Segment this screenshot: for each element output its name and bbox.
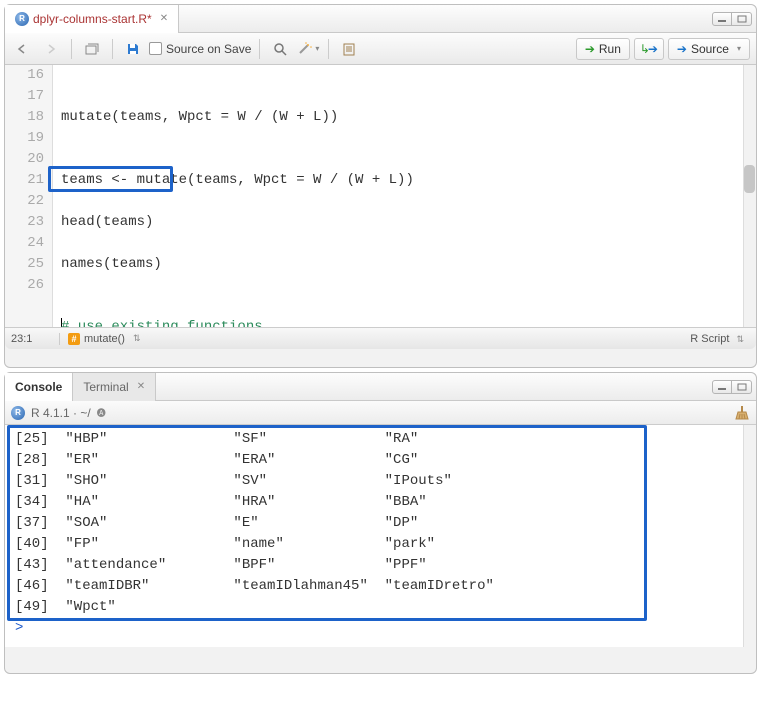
pane-window-controls <box>712 12 756 26</box>
source-on-save-label: Source on Save <box>166 42 251 56</box>
console-sub-bar: R 4.1.1 · ~/ 🅐 <box>5 401 756 425</box>
maximize-pane-button[interactable] <box>732 380 752 394</box>
code-line: # use existing functions <box>61 317 756 327</box>
close-terminal-icon[interactable]: ✕ <box>137 381 145 392</box>
forward-button[interactable] <box>39 38 63 60</box>
console-tab-bar: Console Terminal ✕ <box>5 373 756 401</box>
code-tools-button[interactable]: ▾ <box>296 38 320 60</box>
divider <box>112 39 113 59</box>
find-button[interactable] <box>268 38 292 60</box>
source-tab-label: dplyr-columns-start.R* <box>33 12 152 26</box>
script-type-selector[interactable]: R Script ⇅ <box>684 333 750 345</box>
code-editor[interactable]: 16 17 18 19 20 21 22 23 24 25 ▾26 mutate… <box>5 65 756 327</box>
code-line: head(teams) <box>61 212 756 233</box>
editor-scrollbar[interactable] <box>743 65 756 327</box>
divider <box>328 39 329 59</box>
minimize-pane-button[interactable] <box>712 12 732 26</box>
r-logo-icon <box>11 406 25 420</box>
code-line: mutate(teams, Wpct = W / (W + L)) <box>61 107 756 128</box>
code-content[interactable]: mutate(teams, Wpct = W / (W + L)) teams … <box>53 65 756 327</box>
r-file-icon <box>15 12 29 26</box>
console-scrollbar[interactable] <box>743 425 756 647</box>
line-gutter: 16 17 18 19 20 21 22 23 24 25 ▾26 <box>5 65 53 327</box>
minimize-pane-button[interactable] <box>712 380 732 394</box>
source-button[interactable]: ➔ Source ▾ <box>668 38 750 60</box>
back-button[interactable] <box>11 38 35 60</box>
pane-window-controls <box>712 380 756 394</box>
source-toolbar: Source on Save ▾ ➔ Run ↳➔ ➔ Source ▾ <box>5 33 756 65</box>
code-line: teams <- mutate(teams, Wpct = W / (W + L… <box>61 170 756 191</box>
run-label: Run <box>599 42 621 56</box>
source-tab-bar: dplyr-columns-start.R* ✕ <box>5 5 756 33</box>
tab-terminal[interactable]: Terminal ✕ <box>73 373 156 401</box>
source-file-tab[interactable]: dplyr-columns-start.R* ✕ <box>5 5 179 33</box>
function-indicator[interactable]: # mutate() ⇅ <box>59 333 684 345</box>
function-name: mutate() <box>84 333 125 345</box>
source-label: Source <box>691 42 729 56</box>
updown-icon: ⇅ <box>133 333 141 344</box>
source-pane: dplyr-columns-start.R* ✕ Source on Save <box>4 4 757 368</box>
source-status-bar: 23:1 # mutate() ⇅ R Script ⇅ <box>5 327 756 349</box>
console-pane: Console Terminal ✕ R 4.1.1 · ~/ 🅐 [25] "… <box>4 372 757 674</box>
source-on-save-checkbox[interactable] <box>149 42 162 55</box>
console-text: [25] "HBP" "SF" "RA" [28] "ER" "ERA" "CG… <box>15 429 746 618</box>
clear-console-button[interactable] <box>734 405 750 421</box>
save-button[interactable] <box>121 38 145 60</box>
cursor-position: 23:1 <box>11 333 59 345</box>
compile-report-button[interactable] <box>337 38 361 60</box>
console-subtitle: R 4.1.1 · ~/ <box>31 406 91 420</box>
run-button[interactable]: ➔ Run <box>576 38 630 60</box>
function-chip-icon: # <box>68 333 80 345</box>
console-prompt[interactable]: > <box>15 618 746 639</box>
updown-icon: ⇅ <box>736 334 744 344</box>
tab-console[interactable]: Console <box>5 373 73 401</box>
divider <box>259 39 260 59</box>
run-arrow-icon: ➔ <box>585 42 595 56</box>
code-line: names(teams) <box>61 254 756 275</box>
source-arrow-icon: ➔ <box>677 42 687 56</box>
close-tab-icon[interactable]: ✕ <box>160 13 168 24</box>
show-in-new-window-button[interactable] <box>80 38 104 60</box>
divider <box>71 39 72 59</box>
re-run-button[interactable]: ↳➔ <box>634 38 664 60</box>
maximize-pane-button[interactable] <box>732 12 752 26</box>
console-output[interactable]: [25] "HBP" "SF" "RA" [28] "ER" "ERA" "CG… <box>5 425 756 647</box>
